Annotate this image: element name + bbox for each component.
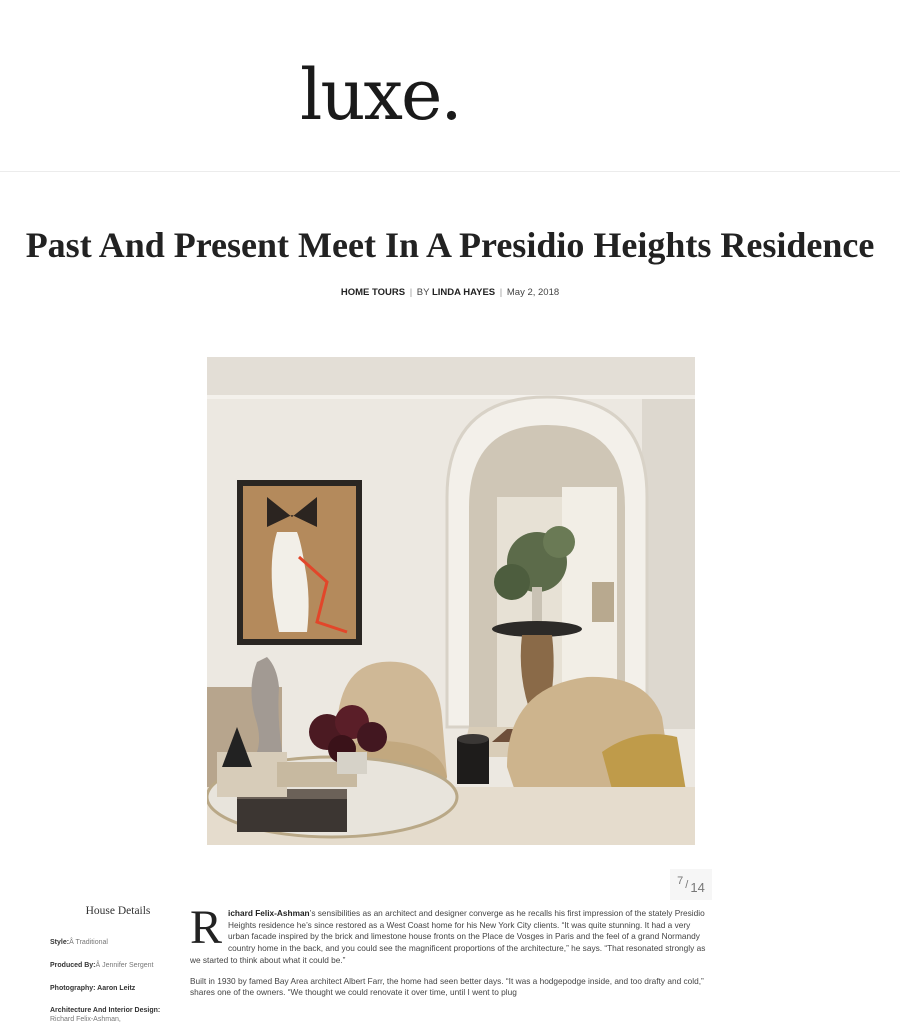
detail-key: Produced By: bbox=[50, 961, 96, 969]
meta-separator: | bbox=[499, 287, 503, 298]
author-link[interactable]: LINDA HAYES bbox=[432, 287, 495, 298]
article-paragraph: Built in 1930 by famed Bay Area architec… bbox=[190, 975, 704, 998]
detail-photography: Photography: Aaron Leitz bbox=[50, 985, 180, 994]
byline-label: BY bbox=[416, 287, 430, 298]
detail-key: Style: bbox=[50, 939, 70, 946]
house-details-panel: House Details Style:Â Traditional Produc… bbox=[50, 905, 180, 1031]
detail-value: Richard Felix-Ashman, bbox=[50, 1016, 121, 1023]
detail-value: Â Traditional bbox=[69, 939, 108, 946]
article-body: Richard Felix-Ashman’s sensibilities as … bbox=[190, 901, 712, 1008]
detail-style: Style:Â Traditional bbox=[50, 939, 180, 948]
meta-separator: | bbox=[409, 287, 413, 298]
article-paragraph: Richard Felix-Ashman’s sensibilities as … bbox=[190, 901, 712, 967]
pager-slash: / bbox=[685, 878, 689, 891]
house-details-heading: House Details bbox=[85, 905, 151, 917]
lead-name: ichard Felix-Ashman bbox=[228, 908, 310, 918]
detail-architecture: Architecture And Interior Design: Richar… bbox=[50, 1007, 180, 1025]
category-link[interactable]: HOME TOURS bbox=[341, 287, 405, 298]
article-title: Past And Present Meet In A Presidio Heig… bbox=[25, 225, 875, 265]
article-meta: HOME TOURS | BY LINDA HAYES | May 2, 201… bbox=[0, 287, 900, 298]
gallery-image[interactable] bbox=[207, 357, 695, 845]
site-logo[interactable]: luxe. bbox=[300, 60, 463, 130]
pager-total: 14 bbox=[690, 880, 705, 895]
detail-key: Photography: Aaron Leitz bbox=[50, 984, 136, 992]
pager-current: 7 bbox=[677, 874, 684, 887]
detail-value: Â Jennifer Sergent bbox=[95, 961, 154, 969]
article-date: May 2, 2018 bbox=[506, 287, 560, 298]
gallery-pager[interactable]: 7 / 14 bbox=[670, 869, 712, 900]
detail-key: Architecture And Interior Design: bbox=[50, 1007, 161, 1015]
drop-cap: R bbox=[190, 901, 223, 954]
detail-produced-by: Produced By:Â Jennifer Sergent bbox=[50, 962, 180, 971]
site-header: luxe. bbox=[0, 0, 900, 172]
